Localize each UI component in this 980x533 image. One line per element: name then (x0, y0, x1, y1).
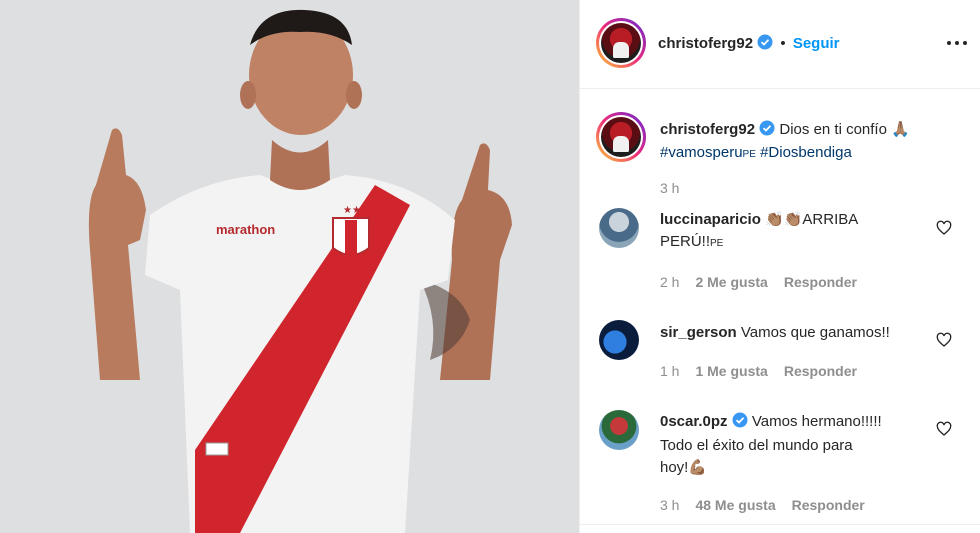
reply-button[interactable]: Responder (792, 497, 865, 513)
commenter-avatar[interactable] (599, 320, 639, 360)
like-heart-icon[interactable] (936, 332, 952, 348)
verified-icon (732, 412, 748, 435)
divider (580, 524, 980, 525)
comment-meta: 3 h 48 Me gusta Responder (660, 497, 865, 513)
commenter-username[interactable]: luccinaparicio (660, 211, 761, 228)
comment-text: sir_gerson Vamos que ganamos!! (660, 324, 890, 341)
caption: christoferg92 Dios en ti confío 🙏🏽 #vamo… (660, 119, 960, 165)
reply-button[interactable]: Responder (784, 363, 857, 379)
verified-icon (759, 120, 775, 142)
praying-hands-emoji: 🙏🏽 (891, 121, 910, 138)
caption-text: Dios en ti confío (779, 121, 887, 138)
hashtag-diosbendiga[interactable]: #Diosbendiga (760, 144, 852, 161)
more-options-icon[interactable] (947, 36, 967, 50)
comment-text: 0scar.0pz Vamos hermano!!!!! Todo el éxi… (660, 412, 882, 476)
commenter-avatar[interactable] (599, 208, 639, 248)
comment-meta: 2 h2 Me gusta Responder (660, 274, 857, 290)
caption-avatar[interactable] (596, 112, 646, 162)
follow-button[interactable]: Seguir (793, 35, 840, 52)
comment-text: luccinaparicio 👏🏽👏🏽ARRIBA PERÚ!!PE (660, 211, 859, 250)
author-username[interactable]: christoferg92 (658, 35, 753, 52)
header-line: christoferg92 • Seguir (658, 34, 840, 54)
author-avatar[interactable] (596, 18, 646, 68)
reply-button[interactable]: Responder (784, 274, 857, 290)
svg-text:★★: ★★ (343, 205, 361, 216)
caption-timestamp[interactable]: 3 h (660, 180, 679, 196)
verified-icon (757, 34, 773, 54)
like-heart-icon[interactable] (936, 220, 952, 236)
comment-meta: 1 h1 Me gusta Responder (660, 363, 857, 379)
like-heart-icon[interactable] (936, 421, 952, 437)
caption-username[interactable]: christoferg92 (660, 121, 755, 138)
commenter-username[interactable]: sir_gerson (660, 324, 737, 341)
post-panel: christoferg92 • Seguir christoferg92 Dio… (579, 0, 980, 533)
commenter-username[interactable]: 0scar.0pz (660, 413, 728, 430)
separator-dot: • (780, 35, 786, 52)
post-header: christoferg92 • Seguir (580, 0, 980, 89)
svg-text:marathon: marathon (216, 222, 275, 237)
post-photo[interactable]: ★★ marathon (0, 0, 579, 533)
player-illustration: ★★ marathon (0, 0, 579, 533)
commenter-avatar[interactable] (599, 410, 639, 450)
hashtag-vamosperu[interactable]: #vamosperuPE (660, 144, 756, 161)
